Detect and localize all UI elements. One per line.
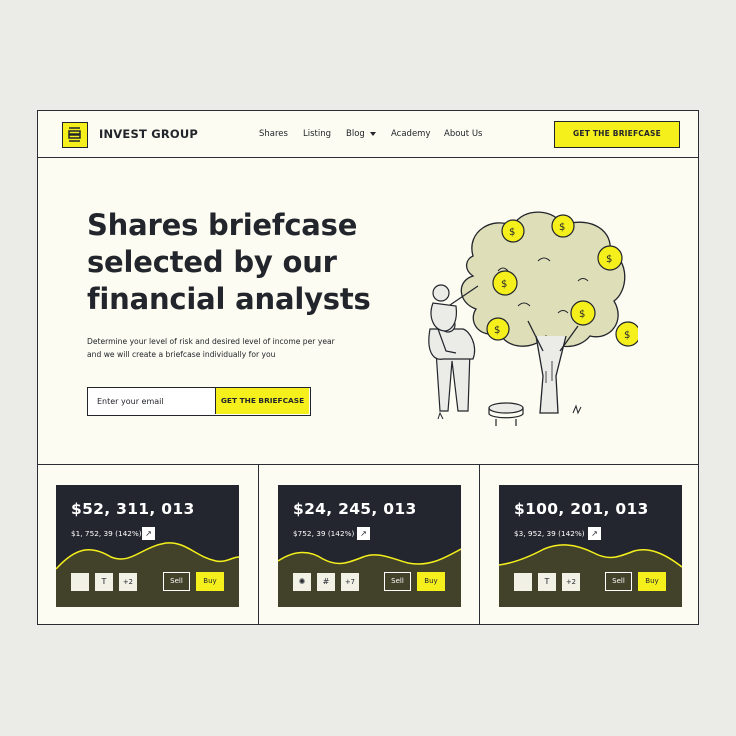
nav-item-about-us[interactable]: About Us [444, 129, 482, 139]
svg-text:$: $ [624, 330, 630, 341]
hero-title-line: selected by our [87, 245, 337, 279]
hero-title: Shares briefcase selected by our financi… [87, 207, 377, 318]
dollar-coin-icon: $ [615, 321, 638, 347]
more-holdings-badge[interactable]: +7 [341, 573, 359, 591]
openai-icon[interactable]: ✺ [293, 573, 311, 591]
dollar-coin-icon: $ [486, 317, 510, 341]
dollar-coin-icon: $ [551, 214, 575, 238]
portfolio-value: $52, 311, 013 [71, 500, 195, 518]
dollar-coin-icon: $ [597, 245, 623, 271]
svg-text:$: $ [501, 279, 507, 290]
hero-subtitle-line: and we will create a briefcase individua… [87, 349, 276, 359]
sell-button[interactable]: Sell [163, 572, 190, 591]
tesla-icon[interactable]: T [538, 573, 556, 591]
top-navbar: INVEST GROUP Shares Listing Blog Academy… [38, 111, 698, 158]
nav-item-blog[interactable]: Blog [346, 129, 376, 139]
buy-button[interactable]: Buy [638, 572, 666, 591]
portfolio-card[interactable]: $100, 201, 013 $3, 952, 39 (142%) ↗ T +2… [499, 485, 682, 607]
get-briefcase-button[interactable]: GET THE BRIEFCASE [215, 388, 309, 414]
more-holdings-badge[interactable]: +2 [119, 573, 137, 591]
dollar-coin-icon: $ [570, 300, 596, 326]
hero-subtitle: Determine your level of risk and desired… [87, 336, 347, 361]
sell-button[interactable]: Sell [605, 572, 632, 591]
slack-icon[interactable]: # [317, 573, 335, 591]
apple-icon[interactable] [71, 573, 89, 591]
portfolio-cell: $52, 311, 013 $1, 752, 39 (142%) ↗ T +2 … [38, 465, 258, 625]
dollar-coin-icon: $ [492, 270, 518, 296]
portfolio-cell: $24, 245, 013 $752, 39 (142%) ↗ ✺ # +7 S… [258, 465, 479, 625]
svg-text:$: $ [579, 309, 585, 320]
portfolio-card[interactable]: $24, 245, 013 $752, 39 (142%) ↗ ✺ # +7 S… [278, 485, 461, 607]
hero-subtitle-line: Determine your level of risk and desired… [87, 337, 335, 346]
svg-text:$: $ [606, 254, 612, 265]
email-signup-form: GET THE BRIEFCASE [87, 387, 311, 416]
dollar-coin-icon: $ [501, 219, 525, 243]
portfolio-value: $100, 201, 013 [514, 500, 649, 518]
hero-title-line: Shares briefcase [87, 208, 358, 242]
portfolio-card[interactable]: $52, 311, 013 $1, 752, 39 (142%) ↗ T +2 … [56, 485, 239, 607]
buy-button[interactable]: Buy [417, 572, 445, 591]
money-tree-illustration: $ $ $ $ $ $ $ [428, 211, 638, 426]
svg-text:$: $ [509, 227, 515, 238]
email-input[interactable] [88, 388, 215, 414]
nav-item-blog-label: Blog [346, 129, 365, 139]
chevron-down-icon [369, 131, 376, 136]
svg-text:$: $ [494, 325, 500, 336]
portfolio-value: $24, 245, 013 [293, 500, 417, 518]
nav-item-shares[interactable]: Shares [259, 129, 288, 139]
apple-icon[interactable] [514, 573, 532, 591]
portfolio-cell: $100, 201, 013 $3, 952, 39 (142%) ↗ T +2… [479, 465, 698, 625]
svg-text:$: $ [559, 222, 565, 233]
portfolio-cards-row: $52, 311, 013 $1, 752, 39 (142%) ↗ T +2 … [38, 464, 698, 625]
logo-icon[interactable] [62, 122, 88, 148]
nav-item-listing[interactable]: Listing [303, 129, 331, 139]
hero-title-line: financial analysts [87, 282, 371, 316]
tesla-icon[interactable]: T [95, 573, 113, 591]
nav-item-academy[interactable]: Academy [391, 129, 430, 139]
landing-page-frame: INVEST GROUP Shares Listing Blog Academy… [37, 110, 699, 625]
more-holdings-badge[interactable]: +2 [562, 573, 580, 591]
sell-button[interactable]: Sell [384, 572, 411, 591]
get-briefcase-nav-button[interactable]: GET THE BRIEFCASE [554, 121, 680, 148]
buy-button[interactable]: Buy [196, 572, 224, 591]
brand-name[interactable]: INVEST GROUP [99, 127, 198, 141]
